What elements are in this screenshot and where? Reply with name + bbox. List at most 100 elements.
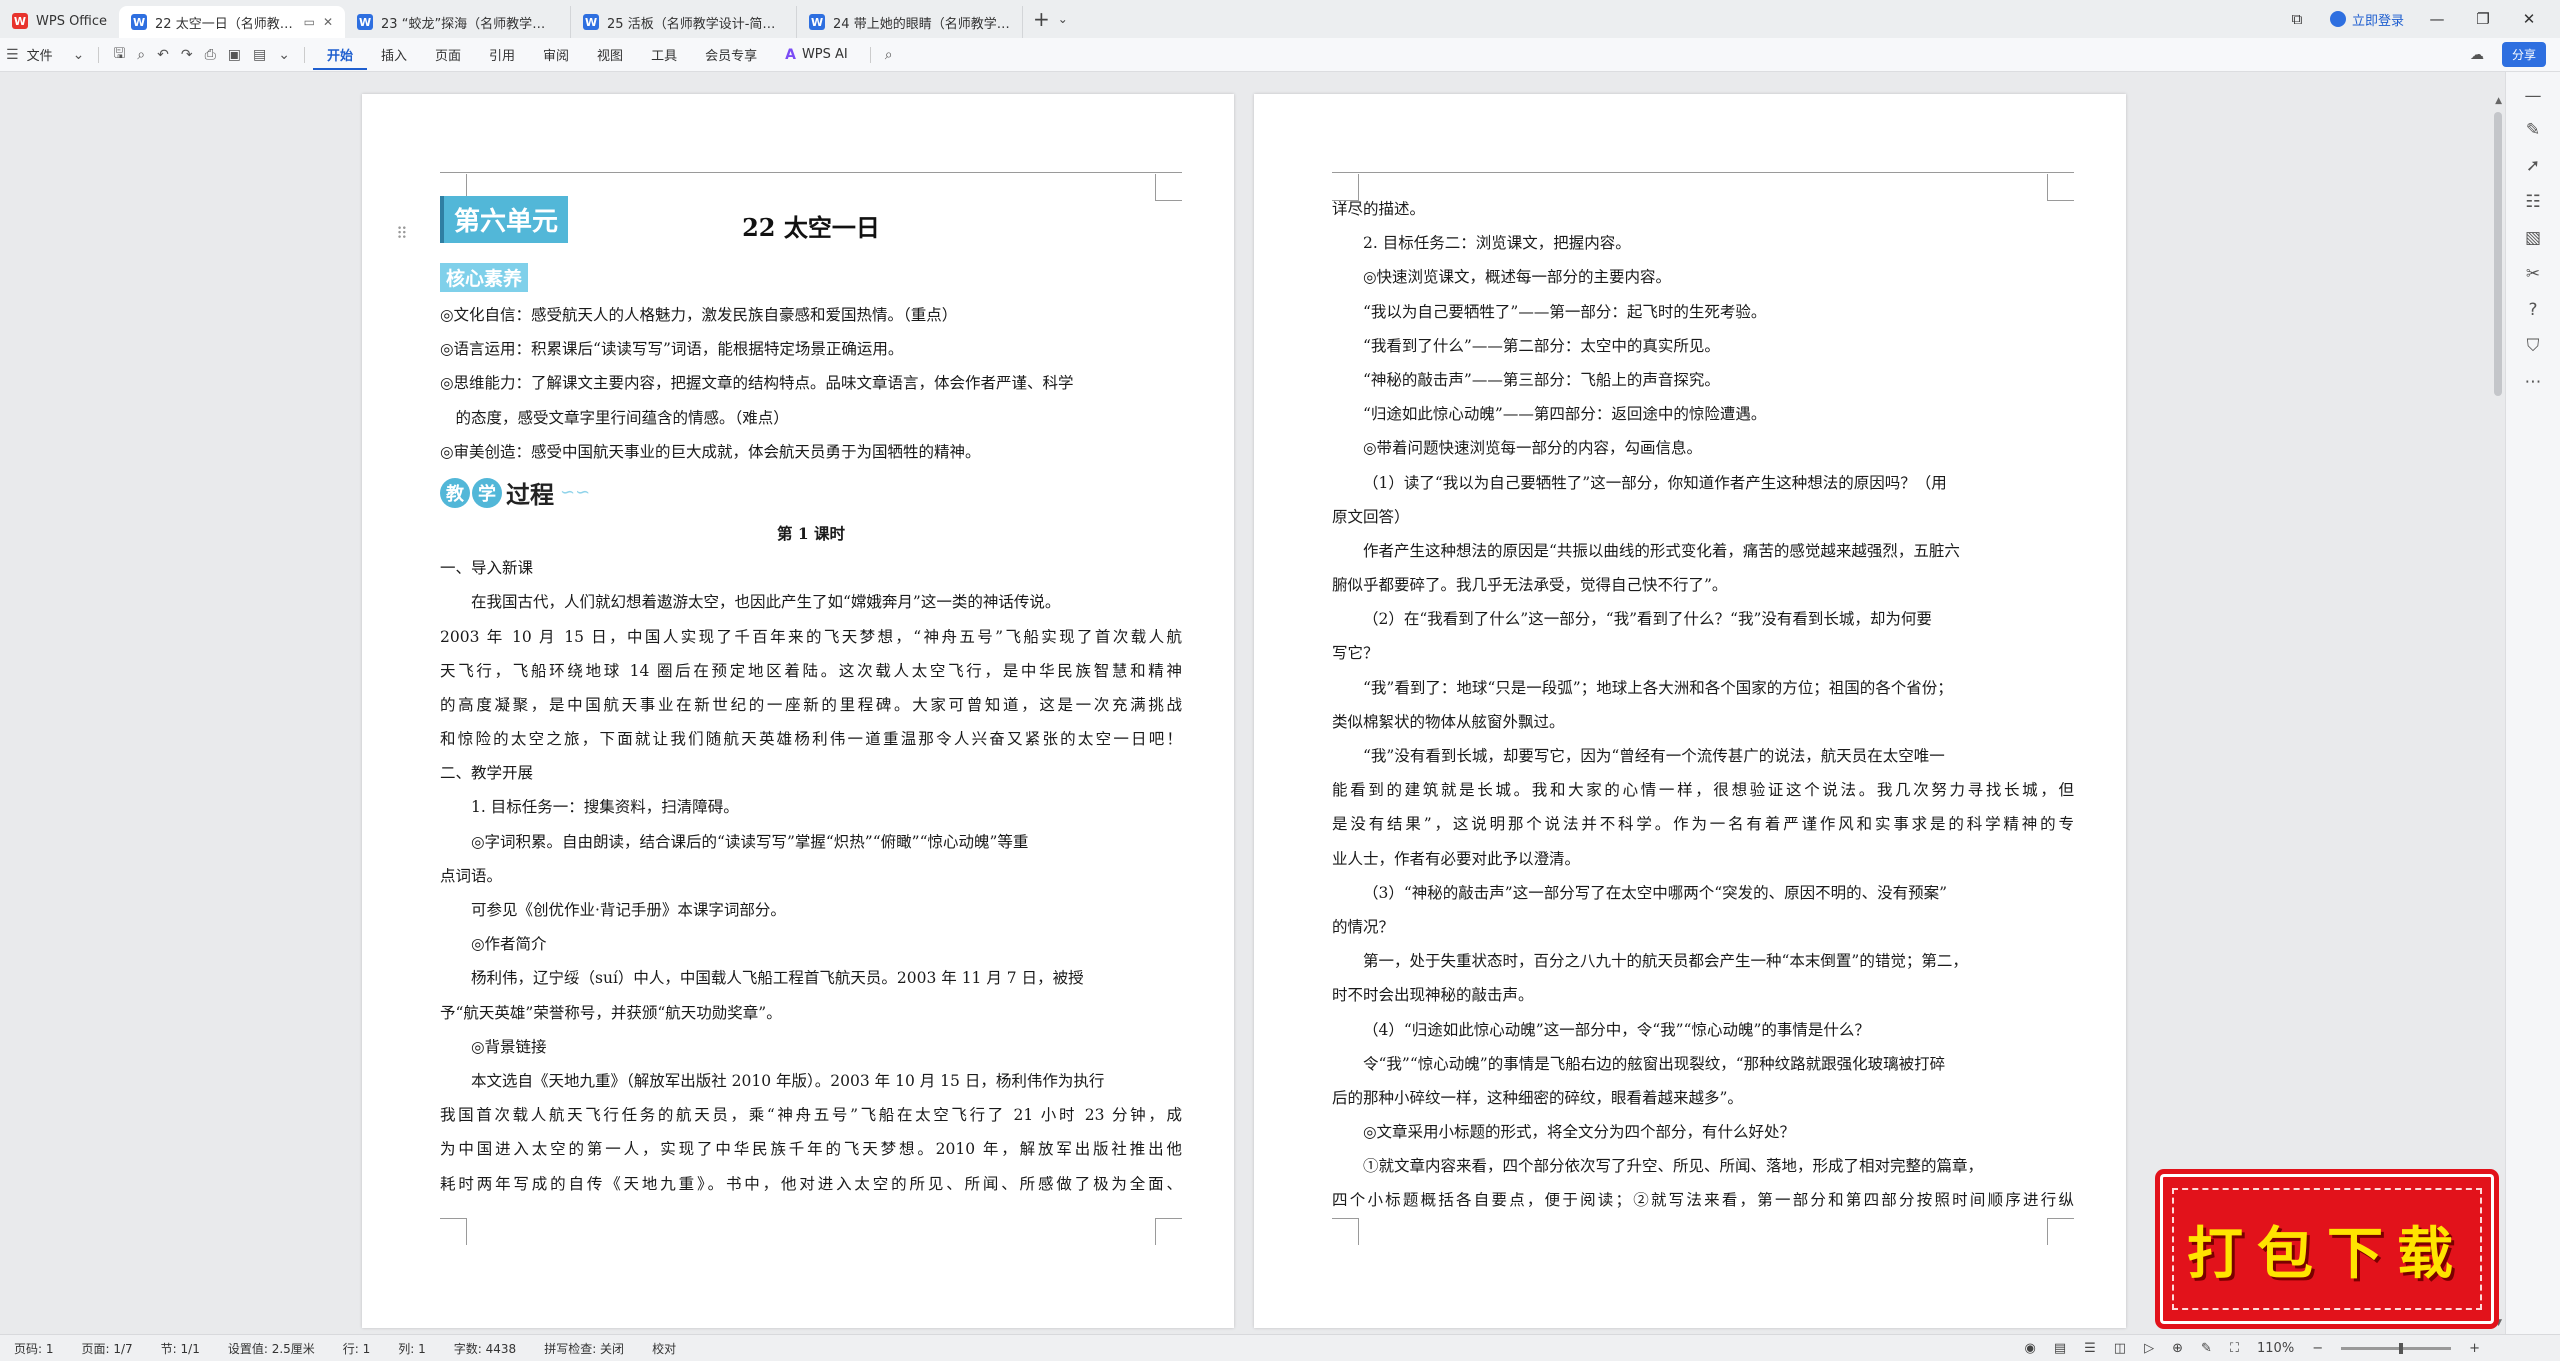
core-item: ◎思维能力：了解课文主要内容，把握文章的结构特点。品味文章语言，体会作者严谨、科… (440, 374, 1074, 393)
globe-icon[interactable]: ⊕ (2172, 1341, 2183, 1356)
backup-icon[interactable]: ⛉ (2506, 336, 2560, 356)
titlebar-right: ⧉ 立即登录 — ❐ ✕ (2284, 0, 2560, 38)
text-line: ◎作者简介 (471, 935, 547, 954)
status-section: 节: 1/1 (160, 1341, 200, 1356)
more-icon[interactable]: ⋯ (2506, 372, 2560, 392)
menu-view[interactable]: 视图 (583, 45, 637, 64)
eye-protect-icon[interactable]: ◉ (2025, 1341, 2036, 1356)
tools-icon[interactable]: ✂ (2506, 264, 2560, 284)
minimize-icon[interactable]: — (2424, 10, 2450, 28)
text-line: 2003 年 10 月 15 日，中国人实现了千百年来的飞天梦想，“神舟五号”飞… (440, 627, 1182, 646)
menu-review[interactable]: 审阅 (529, 45, 583, 64)
pen-mode-icon[interactable]: ✎ (2201, 1341, 2212, 1356)
layout-icon[interactable]: ⧉ (2284, 10, 2310, 28)
zoom-level[interactable]: 110% (2257, 1341, 2294, 1356)
document-tab-1[interactable]: W 22 太空一日（名师教学设计-简案）.docx ▭ ✕ (119, 6, 346, 38)
text-line: （1）读了“我以为自己要牺牲了”这一部分，你知道作者产生这种想法的原因吗？（用 (1363, 473, 1947, 492)
banner-inner: 打包下载 (2172, 1188, 2482, 1310)
text-line: （4）“归途如此惊心动魄”这一部分中，令“我”“惊心动魄”的事情是什么？ (1363, 1020, 1870, 1039)
tab-label: 24 带上她的眼睛（名师教学设计-简案）.docx (833, 16, 1010, 32)
chevron-down-icon[interactable]: ⌄ (272, 47, 296, 63)
menu-insert[interactable]: 插入 (367, 45, 421, 64)
spell-check-toggle[interactable]: 拼写检查: 关闭 (530, 1340, 638, 1357)
fit-page-icon[interactable]: ⛶ (2230, 1341, 2239, 1356)
teaching-process-heading: 教 学 过程 ∽∽ (440, 469, 1182, 517)
drag-handle-icon[interactable]: ⠿ (396, 224, 408, 243)
tab-list-chevron-icon[interactable]: ⌄ (1058, 12, 1068, 26)
find-icon[interactable]: ⌕ (131, 47, 151, 63)
export-pdf-icon[interactable]: ▣ (222, 47, 247, 63)
menu-tools[interactable]: 工具 (637, 45, 691, 64)
page-1-body: ⠿ 第六单元 22 太空一日 核心素养 ◎文化自信：感受航天人的人格魅力，激发民… (396, 194, 1182, 1201)
wps-home-tab[interactable]: W WPS Office (0, 6, 119, 36)
text-line: 原文回答） (1332, 507, 1410, 526)
wps-ai-icon: A (785, 46, 796, 63)
core-literacy-label: 核心素养 (440, 262, 529, 292)
scroll-down-icon[interactable]: ▼ (2495, 1318, 2502, 1328)
page-view-icon[interactable]: ▤ (2054, 1341, 2066, 1356)
image-icon[interactable]: ▧ (2506, 228, 2560, 248)
text-line: 业人士，作者有必要对此予以澄清。 (1332, 849, 1581, 868)
play-icon[interactable]: ▷ (2144, 1341, 2154, 1356)
text-line: 是没有结果”，这说明那个说法并不科学。作为一名有着严谨作风和实事求是的科学精神的… (1332, 815, 2074, 834)
menu-page[interactable]: 页面 (421, 45, 475, 64)
divider (303, 46, 305, 63)
download-banner[interactable]: 打包下载 (2160, 1174, 2494, 1324)
edit-pen-icon[interactable]: ✎ (2506, 120, 2560, 140)
save-icon[interactable]: 🖫 (107, 43, 131, 67)
word-count[interactable]: 字数: 4438 (440, 1340, 530, 1357)
redo-icon[interactable]: ↷ (175, 47, 199, 63)
cloud-decoration-icon: ∽∽ (560, 482, 591, 504)
margin-corner-mark (1155, 1218, 1182, 1245)
word-doc-icon: W (583, 14, 600, 30)
zoom-in-icon[interactable]: + (2469, 1341, 2480, 1356)
share-button[interactable]: 分享 (2501, 42, 2546, 67)
document-tab-4[interactable]: W 24 带上她的眼睛（名师教学设计-简案）.docx (797, 6, 1024, 38)
adjust-icon[interactable]: ☷ (2506, 192, 2560, 212)
text-line: ◎带着问题快速浏览每一部分的内容，勾画信息。 (1363, 439, 1703, 458)
document-tab-3[interactable]: W 25 活板（名师教学设计-简案）.docx (571, 6, 798, 38)
print-icon[interactable]: ⎙ (199, 47, 222, 63)
text-line: 本文选自《天地九重》（解放军出版社 2010 年版）。2003 年 10 月 1… (471, 1071, 1105, 1090)
zoom-slider-knob[interactable] (2399, 1342, 2404, 1354)
outline-view-icon[interactable]: ☰ (2084, 1341, 2096, 1356)
file-menu[interactable]: 文件 (25, 45, 67, 64)
zoom-out-icon[interactable]: − (2312, 1341, 2323, 1356)
document-page-1[interactable]: ⠿ 第六单元 22 太空一日 核心素养 ◎文化自信：感受航天人的人格魅力，激发民… (362, 94, 1234, 1328)
hamburger-icon[interactable]: ☰ (0, 47, 25, 63)
new-tab-icon[interactable]: + (1033, 7, 1050, 31)
wps-ai-button[interactable]: A WPS AI (771, 47, 862, 63)
wps-ai-label: WPS AI (801, 47, 848, 62)
text-line: 作者产生这种想法的原因是“共振以曲线的形式变化着，痛苦的感觉越来越强烈，五脏六 (1363, 541, 1960, 560)
tab-label: 22 太空一日（名师教学设计-简案）.docx (155, 16, 296, 32)
text-line: ◎快速浏览课文，概述每一部分的主要内容。 (1363, 268, 1672, 287)
zoom-slider[interactable] (2341, 1342, 2452, 1354)
help-icon[interactable]: ? (2506, 300, 2560, 320)
collapse-icon[interactable]: — (2506, 86, 2560, 106)
vertical-scrollbar[interactable] (2494, 112, 2502, 396)
menu-home[interactable]: 开始 (312, 45, 367, 70)
cloud-sync-icon[interactable]: ☁ (2464, 47, 2490, 63)
undo-icon[interactable]: ↶ (151, 47, 175, 63)
chevron-down-icon[interactable]: ⌄ (67, 47, 91, 63)
format-painter-icon[interactable]: ▤ (247, 47, 272, 63)
wps-logo-icon: W (12, 13, 28, 29)
select-cursor-icon[interactable]: ➚ (2506, 156, 2560, 176)
restore-icon[interactable]: ❐ (2470, 10, 2496, 28)
close-window-icon[interactable]: ✕ (2516, 10, 2542, 28)
proofread-button[interactable]: 校对 (638, 1340, 690, 1357)
close-tab-icon[interactable]: ✕ (323, 15, 333, 29)
web-view-icon[interactable]: ◫ (2114, 1341, 2126, 1356)
menu-references[interactable]: 引用 (475, 45, 529, 64)
document-page-2[interactable]: 详尽的描述。 2. 目标任务二：浏览课文，把握内容。 ◎快速浏览课文，概述每一部分的… (1254, 94, 2126, 1328)
monitor-icon[interactable]: ▭ (304, 15, 315, 29)
text-line: 可参见《创优作业·背记手册》本课字词部分。 (471, 901, 786, 919)
margin-corner-mark (1332, 1218, 1359, 1245)
document-tab-2[interactable]: W 23 “蛟龙”探海（名师教学设计-简案）.docx (345, 6, 572, 38)
menu-member[interactable]: 会员专享 (691, 45, 771, 64)
text-line: “我看到了什么”——第二部分：太空中的真实所见。 (1363, 336, 1720, 355)
scroll-up-icon[interactable]: ▲ (2495, 96, 2502, 106)
search-icon[interactable]: ⌕ (879, 47, 899, 63)
text-line: 耗时两年写成的自传《天地九重》。书中，他对进入太空的所见、所闻、所感做了极为全面… (440, 1174, 1182, 1193)
login-button[interactable]: 立即登录 (2329, 10, 2404, 29)
